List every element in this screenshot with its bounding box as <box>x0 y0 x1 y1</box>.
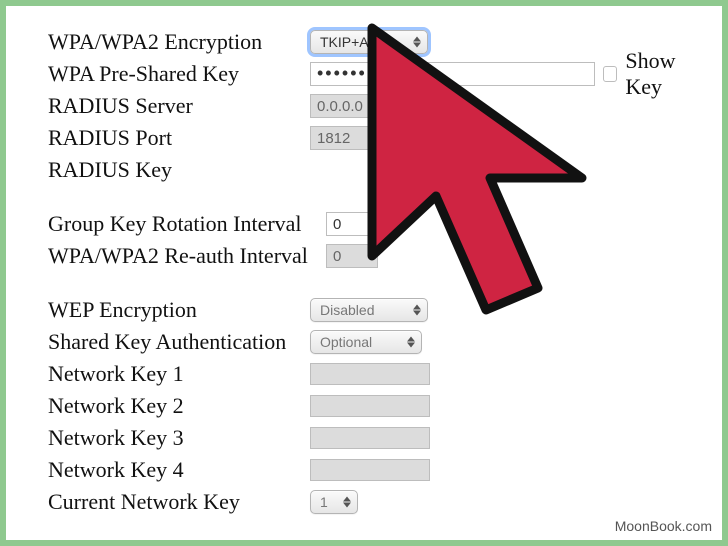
label-network-key-1: Network Key 1 <box>48 361 310 387</box>
label-radius-key: RADIUS Key <box>48 157 310 183</box>
select-wep-encryption-value: Disabled <box>320 302 374 318</box>
window-frame: WPA/WPA2 Encryption TKIP+AES WPA Pre-Sha… <box>0 0 728 546</box>
updown-icon <box>341 496 353 508</box>
label-radius-server: RADIUS Server <box>48 93 310 119</box>
row-wep-encryption: WEP Encryption Disabled <box>48 294 700 326</box>
row-wpa-preshared: WPA Pre-Shared Key •••••• Show Key <box>48 58 700 90</box>
input-radius-port[interactable] <box>310 126 430 150</box>
row-radius-key: RADIUS Key <box>48 154 700 186</box>
select-current-network-key[interactable]: 1 <box>310 490 358 514</box>
label-wpa-encryption: WPA/WPA2 Encryption <box>48 29 310 55</box>
label-radius-port: RADIUS Port <box>48 125 310 151</box>
label-wep-encryption: WEP Encryption <box>48 297 310 323</box>
select-shared-key-auth-value: Optional <box>320 334 372 350</box>
row-network-key-2: Network Key 2 <box>48 390 700 422</box>
updown-icon <box>405 336 417 348</box>
row-reauth-interval: WPA/WPA2 Re-auth Interval <box>48 240 700 272</box>
row-network-key-3: Network Key 3 <box>48 422 700 454</box>
row-network-key-1: Network Key 1 <box>48 358 700 390</box>
label-group-key-interval: Group Key Rotation Interval <box>48 211 326 237</box>
watermark: MoonBook.com <box>615 518 712 534</box>
label-shared-key-auth: Shared Key Authentication <box>48 329 310 355</box>
label-show-key: Show Key <box>625 48 708 100</box>
input-network-key-3[interactable] <box>310 427 430 449</box>
label-reauth-interval: WPA/WPA2 Re-auth Interval <box>48 243 326 269</box>
wpa-preshared-mask: •••••• <box>317 63 367 83</box>
updown-icon <box>411 304 423 316</box>
input-radius-server[interactable] <box>310 94 430 118</box>
label-network-key-3: Network Key 3 <box>48 425 310 451</box>
label-wpa-preshared: WPA Pre-Shared Key <box>48 61 310 87</box>
row-radius-port: RADIUS Port <box>48 122 700 154</box>
row-group-key-interval: Group Key Rotation Interval <box>48 208 700 240</box>
row-network-key-4: Network Key 4 <box>48 454 700 486</box>
label-current-network-key: Current Network Key <box>48 489 310 515</box>
input-reauth-interval[interactable] <box>326 244 378 268</box>
label-network-key-4: Network Key 4 <box>48 457 310 483</box>
input-wpa-preshared[interactable]: •••••• <box>310 62 595 86</box>
updown-icon <box>411 36 423 48</box>
input-group-key-interval[interactable] <box>326 212 378 236</box>
settings-form: WPA/WPA2 Encryption TKIP+AES WPA Pre-Sha… <box>48 26 700 518</box>
input-network-key-1[interactable] <box>310 363 430 385</box>
select-current-network-key-value: 1 <box>320 494 328 510</box>
select-wep-encryption[interactable]: Disabled <box>310 298 428 322</box>
row-current-network-key: Current Network Key 1 <box>48 486 700 518</box>
input-network-key-2[interactable] <box>310 395 430 417</box>
row-shared-key-auth: Shared Key Authentication Optional <box>48 326 700 358</box>
label-network-key-2: Network Key 2 <box>48 393 310 419</box>
input-network-key-4[interactable] <box>310 459 430 481</box>
checkbox-show-key[interactable] <box>603 66 618 82</box>
select-shared-key-auth[interactable]: Optional <box>310 330 422 354</box>
